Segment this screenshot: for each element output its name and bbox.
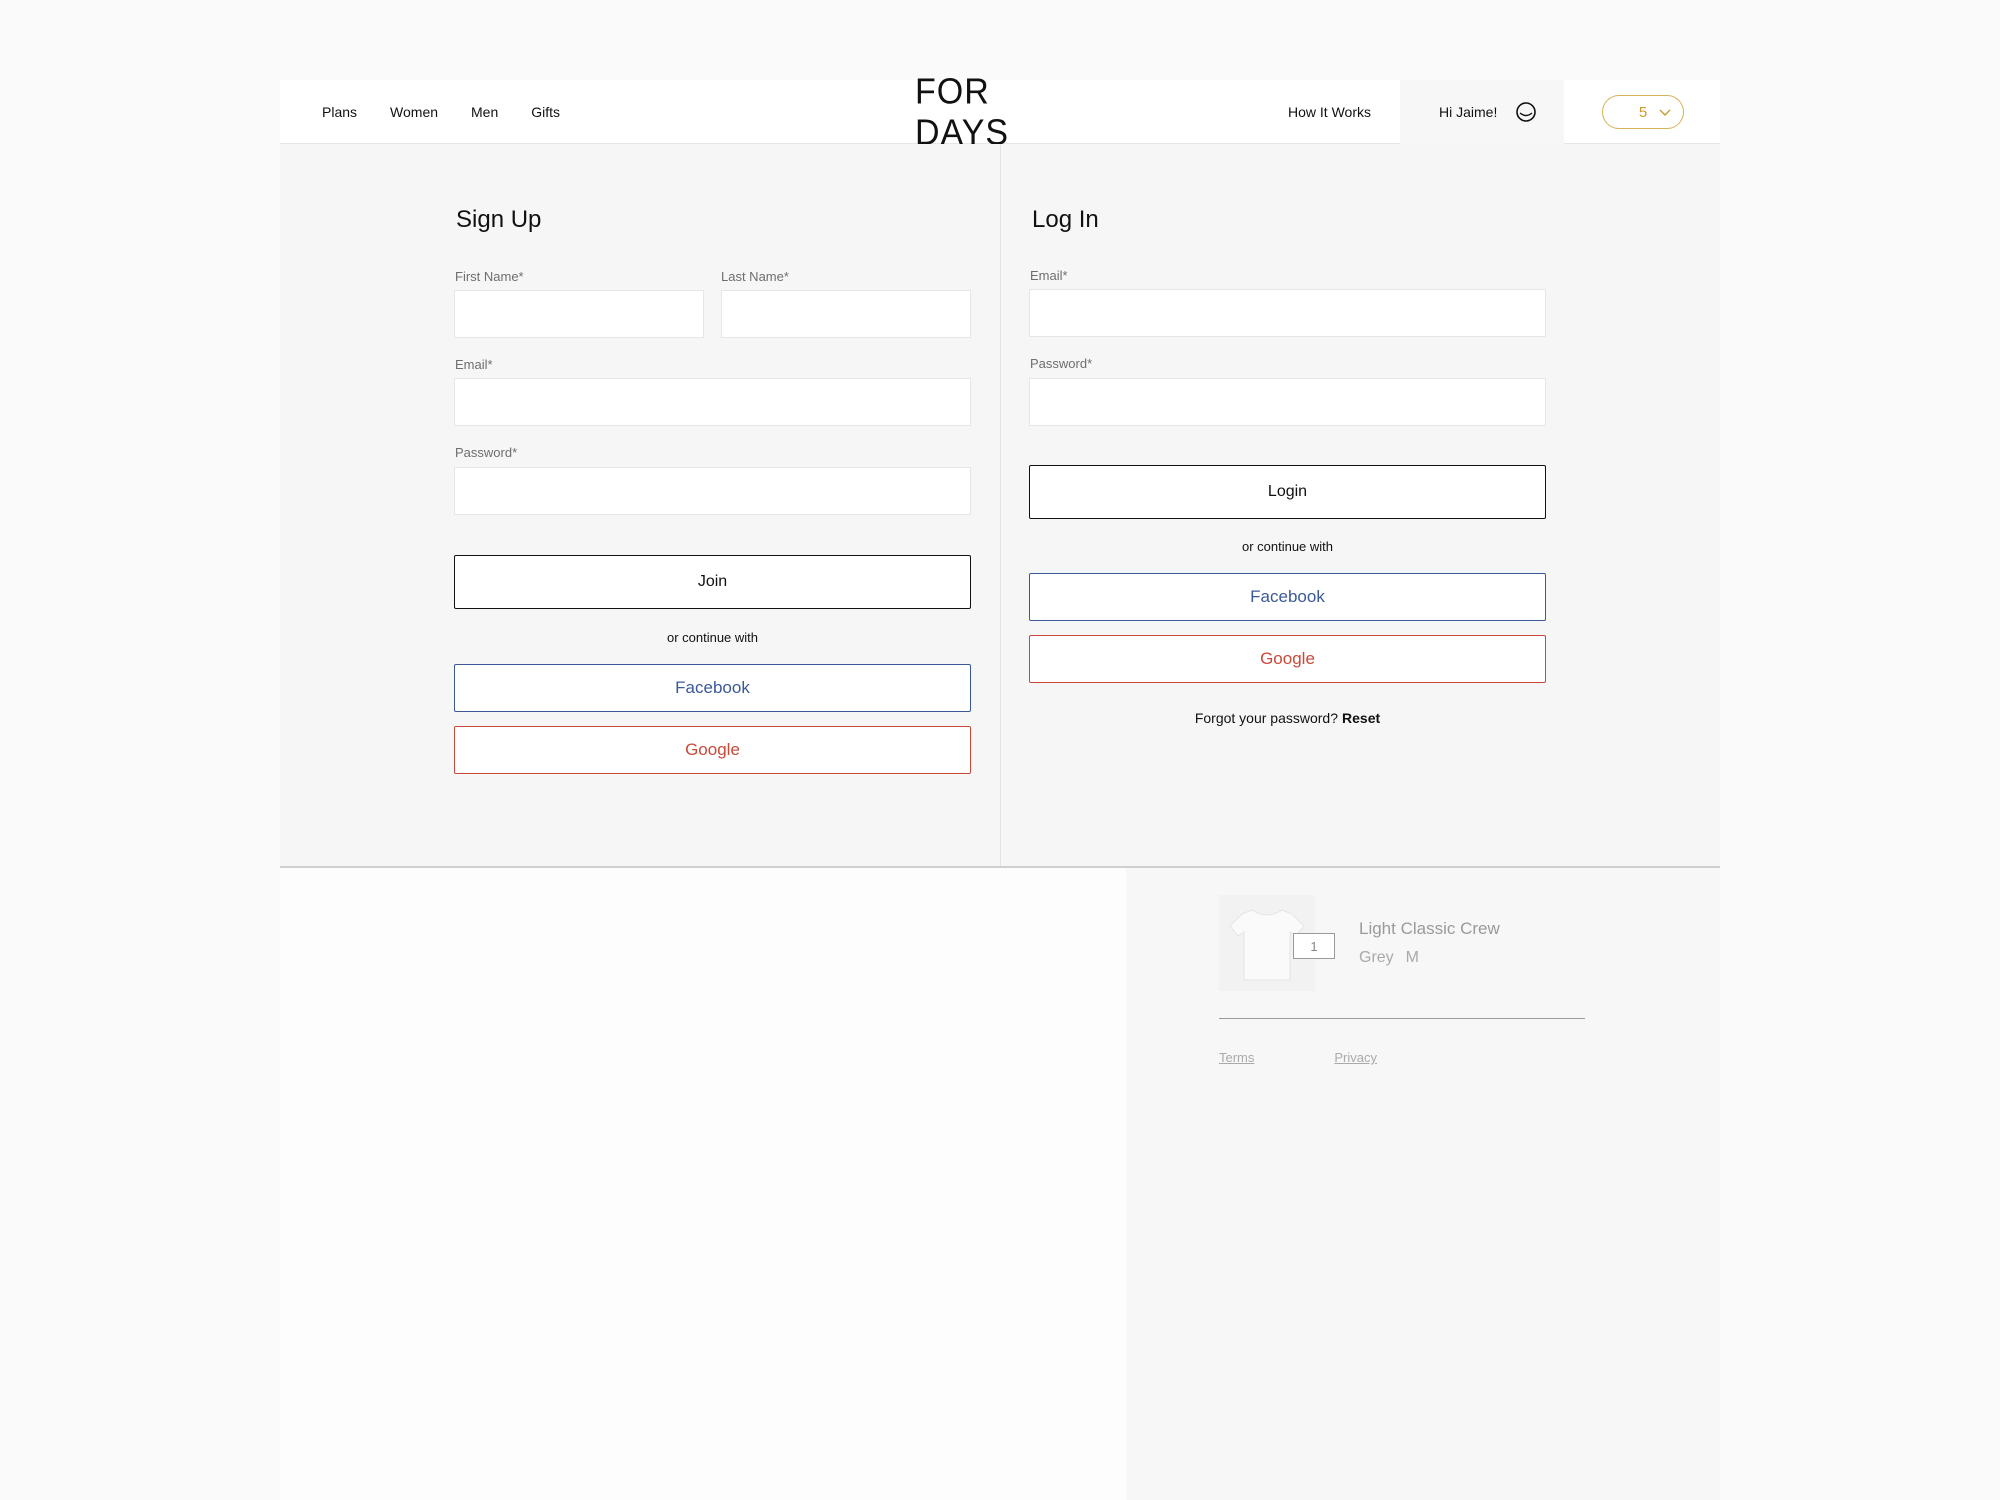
login-email-input[interactable] — [1029, 289, 1546, 337]
login-facebook-button[interactable]: Facebook — [1029, 573, 1546, 621]
chevron-down-icon — [1659, 109, 1671, 116]
login-password-input[interactable] — [1029, 378, 1546, 426]
footer-links: Terms Privacy — [1219, 1050, 1377, 1065]
login-title: Log In — [1032, 206, 1099, 233]
login-or-text: or continue with — [1241, 539, 1334, 554]
cart-item-name: Light Classic Crew — [1359, 919, 1500, 938]
signup-email-label: Email* — [455, 357, 493, 372]
cart-count: 5 — [1638, 103, 1648, 121]
cart-item: 1 Light Classic Crew Grey M — [1219, 895, 1500, 991]
nav-gifts[interactable]: Gifts — [531, 104, 560, 120]
site-header: Plans Women Men Gifts FOR DAYS How It Wo… — [280, 72, 1720, 153]
nav-plans[interactable]: Plans — [322, 104, 357, 120]
panel-divider — [1000, 144, 1001, 866]
cart-item-size: M — [1405, 949, 1419, 966]
quantity-badge: 1 — [1293, 933, 1335, 959]
join-button[interactable]: Join — [454, 555, 971, 609]
signup-password-label: Password* — [455, 445, 518, 460]
cart-item-info: Light Classic Crew Grey M — [1359, 919, 1500, 967]
brand-logo[interactable]: FOR DAYS — [915, 72, 1085, 153]
last-name-input[interactable] — [721, 290, 971, 338]
how-it-works-link[interactable]: How It Works — [1288, 80, 1371, 144]
signup-password-input[interactable] — [454, 467, 971, 515]
signup-email-input[interactable] — [454, 378, 971, 426]
main-nav: Plans Women Men Gifts — [322, 80, 593, 144]
account-menu[interactable]: Hi Jaime! — [1400, 80, 1564, 144]
forgot-password: Forgot your password? Reset — [1029, 710, 1546, 726]
user-greeting: Hi Jaime! — [1439, 104, 1498, 120]
first-name-label: First Name* — [455, 269, 524, 284]
signup-or-text: or continue with — [666, 630, 759, 645]
checkout-left-area — [280, 868, 1126, 1500]
signup-facebook-button[interactable]: Facebook — [454, 664, 971, 712]
login-button[interactable]: Login — [1029, 465, 1546, 519]
forgot-password-text: Forgot your password? — [1194, 710, 1339, 726]
signup-title: Sign Up — [456, 206, 542, 233]
login-email-label: Email* — [1030, 268, 1068, 283]
first-name-input[interactable] — [454, 290, 704, 338]
summary-divider — [1219, 1018, 1585, 1019]
nav-men[interactable]: Men — [471, 104, 498, 120]
auth-panel: Sign Up First Name* Last Name* Email* Pa… — [280, 144, 1720, 868]
nav-women[interactable]: Women — [390, 104, 438, 120]
reset-link[interactable]: Reset — [1342, 710, 1380, 726]
login-google-button[interactable]: Google — [1029, 635, 1546, 683]
signup-google-button[interactable]: Google — [454, 726, 971, 774]
last-name-label: Last Name* — [721, 269, 789, 284]
login-password-label: Password* — [1030, 356, 1093, 371]
user-avatar-icon — [1516, 102, 1537, 122]
terms-link[interactable]: Terms — [1219, 1050, 1254, 1065]
privacy-link[interactable]: Privacy — [1334, 1050, 1377, 1065]
cart-item-meta: Grey M — [1359, 949, 1500, 967]
cart-item-color: Grey — [1359, 949, 1394, 966]
cart-button[interactable]: 5 — [1602, 95, 1684, 129]
product-thumbnail: 1 — [1219, 895, 1335, 991]
